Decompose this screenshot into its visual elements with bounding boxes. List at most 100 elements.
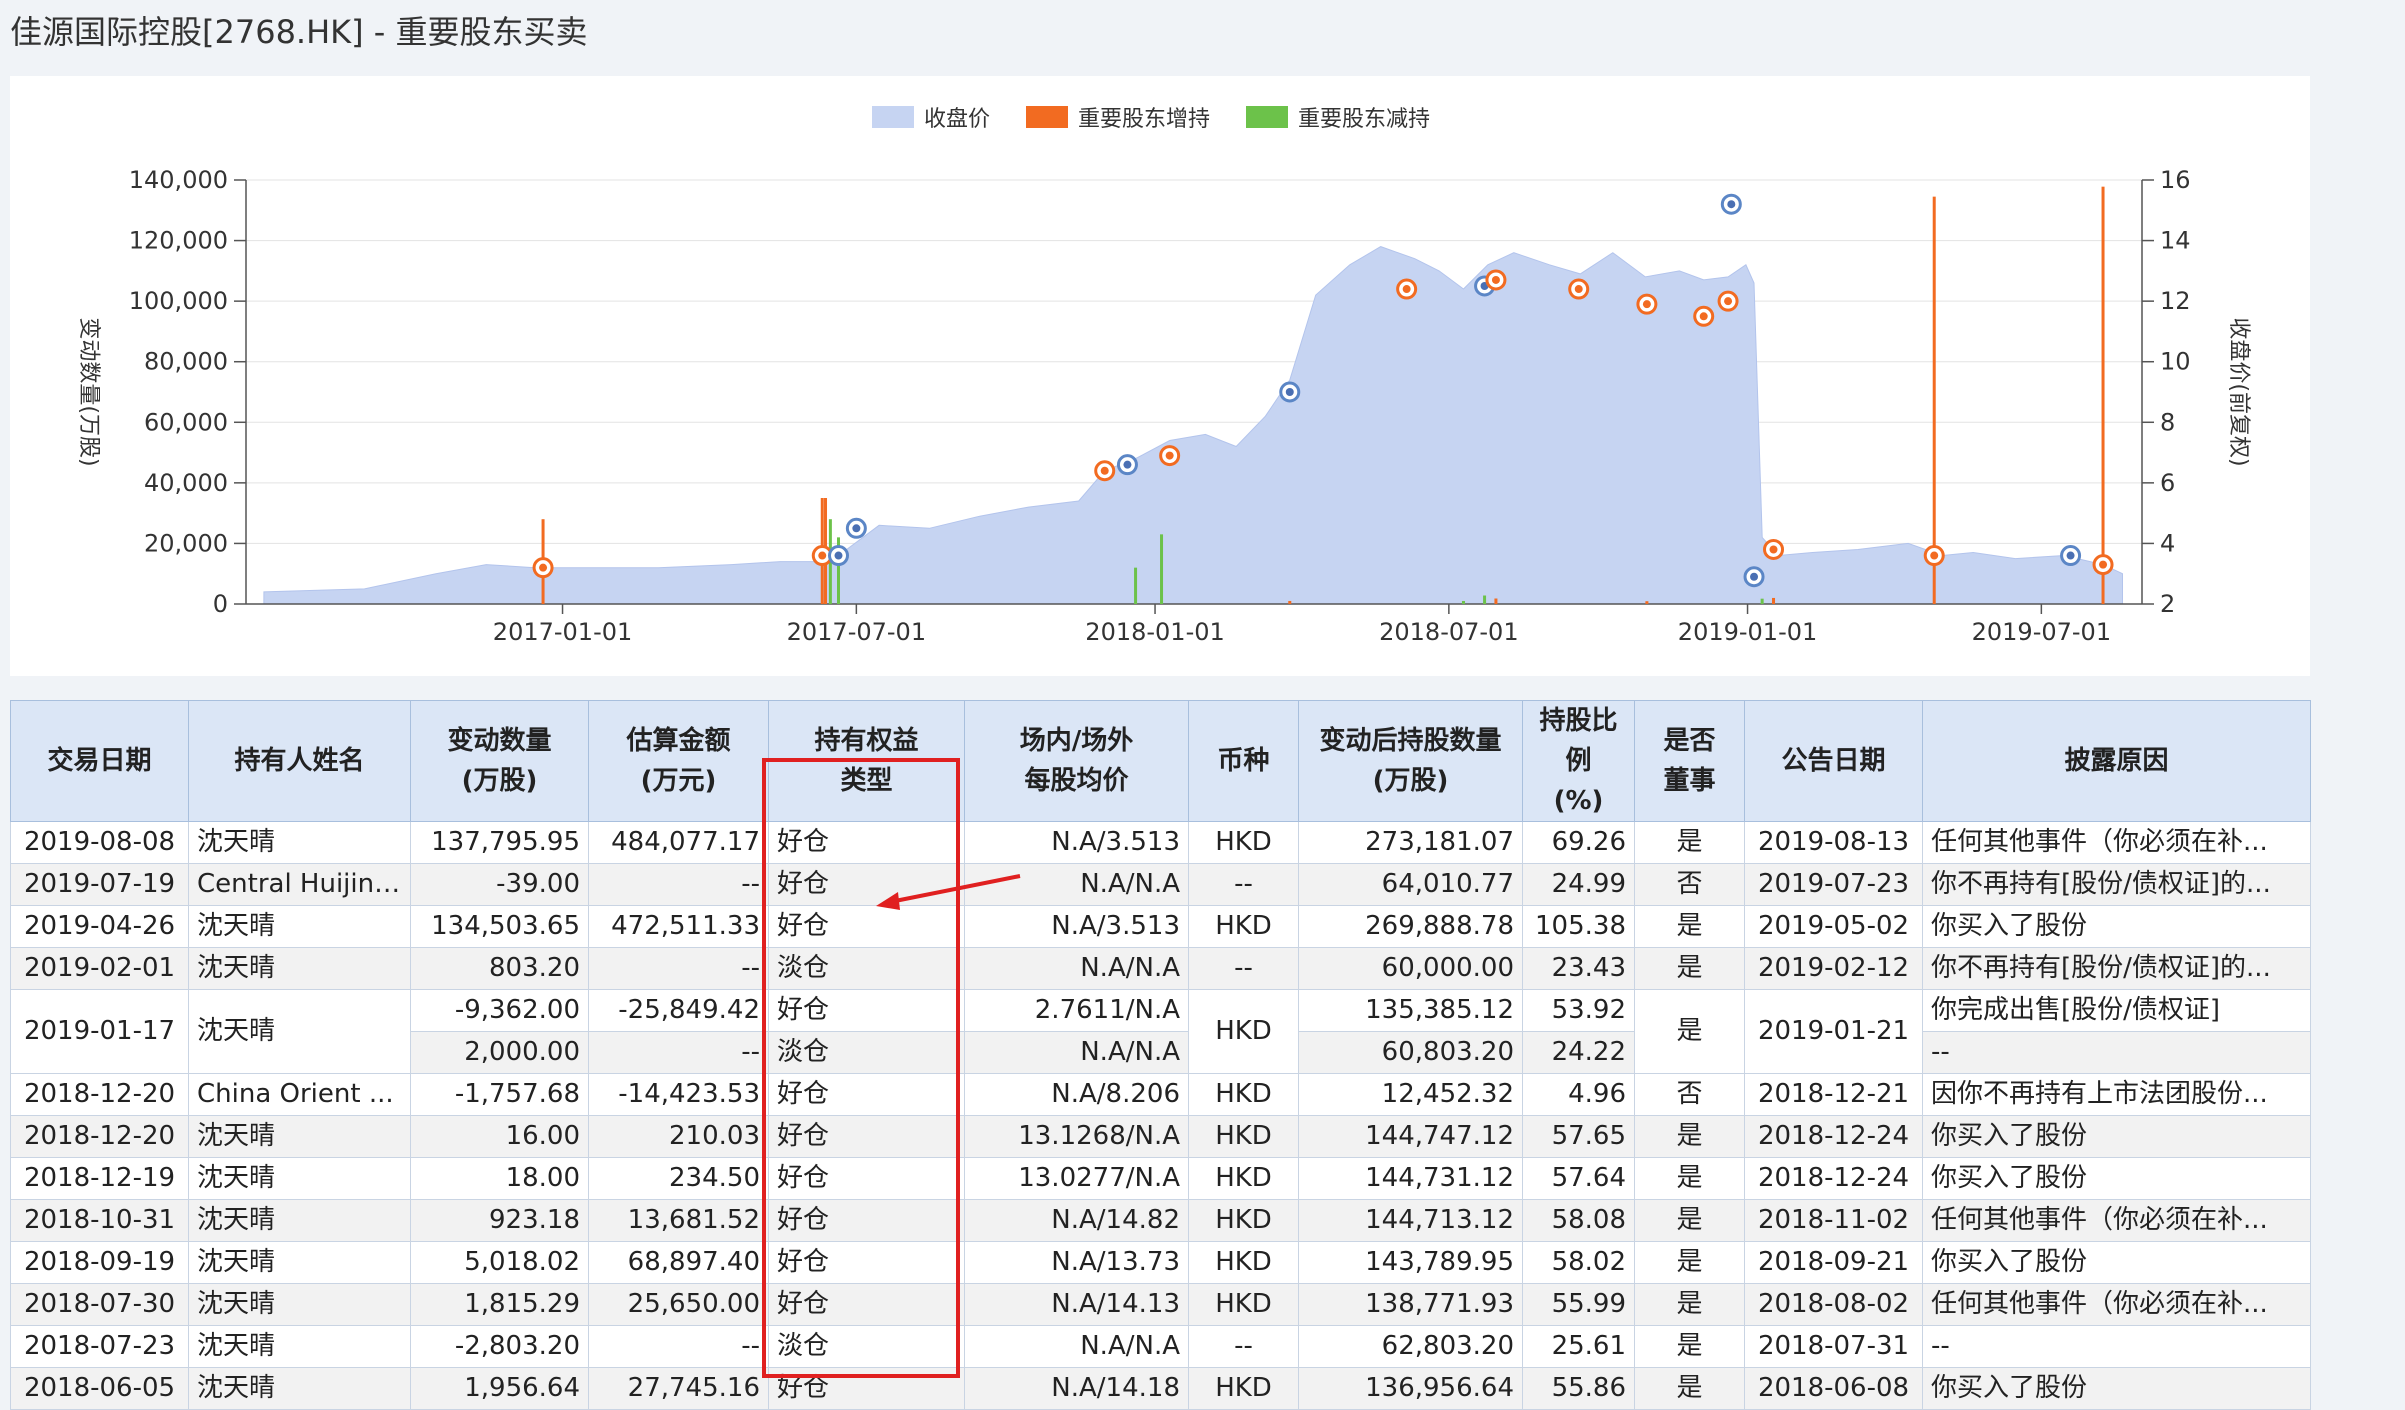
cell-amount: 68,897.40 bbox=[588, 1241, 769, 1284]
marker-dot bbox=[834, 551, 843, 560]
table-row[interactable]: 2018-12-20 沈天晴 16.00 210.03 好仓 13.1268/N.A HKD… bbox=[10, 1115, 2311, 1158]
cell-pct: 24.22 bbox=[1522, 1031, 1635, 1074]
cell-qty: 1,956.64 bbox=[410, 1367, 589, 1410]
cell-director: 是 bbox=[1634, 1199, 1745, 1242]
cell-pct: 55.86 bbox=[1522, 1367, 1635, 1410]
marker-dot bbox=[818, 551, 827, 560]
table-row[interactable]: 2019-04-26 沈天晴 134,503.65 472,511.33 好仓 N.A/3… bbox=[10, 905, 2311, 948]
column-header[interactable]: 交易日期 bbox=[10, 700, 189, 822]
decrease-bar bbox=[1760, 598, 1764, 604]
cell-qty: -2,803.20 bbox=[410, 1325, 589, 1368]
column-header[interactable]: 持股比例 (%) bbox=[1522, 700, 1635, 822]
column-header-sublabel: 董事 bbox=[1663, 766, 1716, 796]
column-header[interactable]: 持有人姓名 bbox=[188, 700, 411, 822]
column-header[interactable]: 估算金额 (万元) bbox=[588, 700, 769, 822]
increase-bar bbox=[2101, 186, 2105, 605]
y-right-axis-label: 收盘价(前复权) bbox=[2226, 317, 2251, 466]
column-header[interactable]: 币种 bbox=[1188, 700, 1299, 822]
cell-pct: 24.99 bbox=[1522, 863, 1635, 906]
column-header[interactable]: 是否 董事 bbox=[1634, 700, 1745, 822]
y-left-tick-label: 60,000 bbox=[144, 408, 228, 436]
cell-reason: 任何其他事件（你必须在补... bbox=[1922, 1283, 2311, 1326]
cell-date: 2018-12-19 bbox=[10, 1157, 189, 1200]
cell-price: N.A/N.A bbox=[964, 1031, 1189, 1074]
cell-qty: 803.20 bbox=[410, 947, 589, 990]
column-header[interactable]: 披露原因 bbox=[1922, 700, 2311, 822]
cell-cur: HKD bbox=[1188, 1241, 1299, 1284]
column-header[interactable]: 场内/场外 每股均价 bbox=[964, 700, 1189, 822]
cell-date: 2018-10-31 bbox=[10, 1199, 189, 1242]
y-left-tick-label: 80,000 bbox=[144, 348, 228, 376]
cell-after: 135,385.12 bbox=[1298, 989, 1523, 1032]
y-right-tick-label: 2 bbox=[2160, 590, 2175, 618]
column-header[interactable]: 持有权益 类型 bbox=[768, 700, 965, 822]
table-row[interactable]: 2019-08-08 沈天晴 137,795.95 484,077.17 好仓 N.A/3… bbox=[10, 821, 2311, 864]
marker-dot bbox=[1724, 297, 1733, 306]
cell-reason: 你完成出售[股份/债权证] bbox=[1922, 989, 2311, 1032]
column-header-label: 变动数量 bbox=[447, 726, 552, 756]
cell-after: 269,888.78 bbox=[1298, 905, 1523, 948]
cell-cur: HKD bbox=[1188, 1073, 1299, 1116]
cell-qty: -39.00 bbox=[410, 863, 589, 906]
marker-dot bbox=[2099, 560, 2108, 569]
cell-date: 2018-07-30 bbox=[10, 1283, 189, 1326]
marker-dot bbox=[1642, 300, 1651, 309]
cell-director: 否 bbox=[1634, 1073, 1745, 1116]
cell-holder: 沈天晴 bbox=[188, 1325, 411, 1368]
cell-after: 60,803.20 bbox=[1298, 1031, 1523, 1074]
cell-after: 144,731.12 bbox=[1298, 1157, 1523, 1200]
cell-type: 淡仓 bbox=[768, 1325, 965, 1368]
table-row[interactable]: 2018-07-30 沈天晴 1,815.29 25,650.00 好仓 N.A/14.1… bbox=[10, 1283, 2311, 1326]
table-row[interactable]: 2019-01-17 沈天晴 -9,362.00 -25,849.42 好仓 2.7611… bbox=[10, 989, 2311, 1074]
cell-type: 好仓 bbox=[768, 989, 965, 1032]
column-header-label: 持有人姓名 bbox=[234, 746, 365, 776]
cell-type: 好仓 bbox=[768, 863, 965, 906]
cell-ann: 2018-12-24 bbox=[1744, 1157, 1923, 1200]
cell-price: N.A/14.18 bbox=[964, 1367, 1189, 1410]
cell-reason: 你买入了股份 bbox=[1922, 905, 2311, 948]
column-header[interactable]: 公告日期 bbox=[1744, 700, 1923, 822]
cell-type: 好仓 bbox=[768, 905, 965, 948]
cell-price: N.A/14.13 bbox=[964, 1283, 1189, 1326]
table-row[interactable]: 2018-09-19 沈天晴 5,018.02 68,897.40 好仓 N.A/13.7… bbox=[10, 1241, 2311, 1284]
table-row[interactable]: 2018-07-23 沈天晴 -2,803.20 -- 淡仓 N.A/N.A -- 62,80… bbox=[10, 1325, 2311, 1368]
cell-qty: 923.18 bbox=[410, 1199, 589, 1242]
decrease-bar bbox=[1461, 600, 1465, 604]
table-row[interactable]: 2019-07-19 Central Huijin ... -39.00 -- 好仓 N.… bbox=[10, 863, 2311, 906]
column-header[interactable]: 变动数量 (万股) bbox=[410, 700, 589, 822]
cell-amount: 27,745.16 bbox=[588, 1367, 769, 1410]
cell-pct: 25.61 bbox=[1522, 1325, 1635, 1368]
cell-type: 好仓 bbox=[768, 1241, 965, 1284]
cell-price: N.A/N.A bbox=[964, 1325, 1189, 1368]
table-row[interactable]: 2018-12-19 沈天晴 18.00 234.50 好仓 13.0277/N.A HKD… bbox=[10, 1157, 2311, 1200]
cell-qty: 2,000.00 bbox=[410, 1031, 589, 1074]
cell-after: 60,000.00 bbox=[1298, 947, 1523, 990]
cell-holder: 沈天晴 bbox=[188, 905, 411, 948]
cell-amount: 234.50 bbox=[588, 1157, 769, 1200]
cell-date: 2019-02-01 bbox=[10, 947, 189, 990]
cell-amount: -14,423.53 bbox=[588, 1073, 769, 1116]
column-header-label: 持有权益 bbox=[814, 726, 919, 756]
table-row[interactable]: 2019-02-01 沈天晴 803.20 -- 淡仓 N.A/N.A -- 60,000.0… bbox=[10, 947, 2311, 990]
cell-type: 好仓 bbox=[768, 821, 965, 864]
y-left-tick-label: 40,000 bbox=[144, 469, 228, 497]
cell-reason: 你买入了股份 bbox=[1922, 1367, 2311, 1410]
cell-director: 是 bbox=[1634, 989, 1745, 1074]
table-row[interactable]: 2018-06-05 沈天晴 1,956.64 27,745.16 好仓 N.A/14.1… bbox=[10, 1367, 2311, 1410]
increase-bar bbox=[1932, 196, 1936, 604]
table-row[interactable]: 2018-12-20 China Orient ... -1,757.68 -14,4… bbox=[10, 1073, 2311, 1116]
cell-reason: 因你不再持有上市法团股份... bbox=[1922, 1073, 2311, 1116]
cell-pct: 69.26 bbox=[1522, 821, 1635, 864]
column-header-label: 估算金额 bbox=[626, 726, 731, 756]
column-header-sublabel: (万股) bbox=[461, 766, 538, 796]
marker-dot bbox=[1123, 460, 1132, 469]
legend-swatch bbox=[1246, 106, 1288, 128]
cell-holder: 沈天晴 bbox=[188, 1367, 411, 1410]
cell-after: 273,181.07 bbox=[1298, 821, 1523, 864]
column-header[interactable]: 变动后持股数量 (万股) bbox=[1298, 700, 1523, 822]
cell-pct: 55.99 bbox=[1522, 1283, 1635, 1326]
table-row[interactable]: 2018-10-31 沈天晴 923.18 13,681.52 好仓 N.A/14.82 H… bbox=[10, 1199, 2311, 1242]
cell-type: 淡仓 bbox=[768, 947, 965, 990]
cell-pct: 58.02 bbox=[1522, 1241, 1635, 1284]
legend-label: 重要股东减持 bbox=[1298, 107, 1430, 132]
